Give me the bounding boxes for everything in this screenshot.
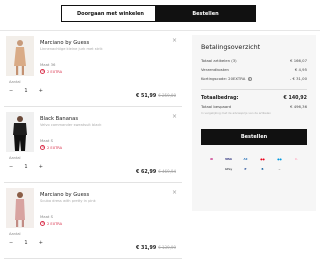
increase-quantity-button[interactable]: +	[35, 88, 43, 94]
mastercard-icon: ●●	[260, 158, 265, 161]
product-description: Velvo commander sweatsuit black	[40, 123, 102, 127]
afterpay-icon: ~	[278, 168, 281, 171]
product-brand[interactable]: Marciano by Guess	[40, 40, 89, 46]
decrease-quantity-button[interactable]: −	[9, 240, 17, 246]
cart-list: Marciano by Guess Linnenachtige kleine j…	[4, 33, 182, 261]
summary-label: Totaal artikelen (3)	[201, 58, 237, 63]
gpay-icon: GPay	[224, 168, 233, 171]
total-label: Totaalbedrag:	[201, 96, 239, 101]
promo-label: 2 EXTRA	[47, 145, 63, 150]
continue-shopping-button[interactable]: Doorgaan met winkelen	[61, 5, 160, 22]
product-size: Maat 36	[40, 62, 56, 67]
quantity-label: Aantal	[9, 156, 21, 160]
current-price: € 62,99	[136, 170, 157, 175]
summary-row-items: Totaal artikelen (3) € 166,07	[201, 58, 307, 63]
summary-value: - € 31,00	[289, 76, 307, 81]
product-description: Scuba dress with pretty in pink	[40, 199, 96, 203]
ideal-icon: iD	[209, 158, 214, 161]
product-price: € 62,99 € 469,94	[136, 169, 176, 175]
decrease-quantity-button[interactable]: −	[9, 164, 17, 170]
original-price: € 139,99	[158, 245, 176, 250]
klarna-icon: K.	[295, 158, 298, 161]
product-brand[interactable]: Marciano by Guess	[40, 192, 89, 198]
summary-label: Kortingscode: 20EXTRA	[201, 76, 246, 81]
increase-quantity-button[interactable]: +	[35, 240, 43, 246]
promo-badge: 2 EXTRA	[40, 145, 62, 150]
current-price: € 31,99	[136, 246, 157, 251]
quantity-value: 1	[24, 88, 28, 94]
summary-row-shipping: Verzendkosten € 4,95	[201, 67, 307, 72]
product-image[interactable]	[6, 188, 34, 228]
quantity-stepper: − 1 +	[9, 240, 53, 246]
summary-label: Verzendkosten	[201, 67, 229, 72]
summary-title: Betalingsoverzicht	[201, 43, 261, 51]
product-size: Maat S	[40, 214, 54, 219]
summary-value: € 4,95	[294, 67, 307, 72]
maestro-icon: ●●	[277, 158, 282, 161]
bancontact-icon: B	[261, 168, 264, 171]
promo-label: 2 EXTRA	[47, 69, 63, 74]
paypal-icon: P	[244, 168, 247, 171]
savings-note: In vergelijking met de adviesprijs van d…	[201, 111, 272, 115]
remove-item-icon[interactable]: ×	[172, 37, 177, 44]
increase-quantity-button[interactable]: +	[35, 164, 43, 170]
product-image[interactable]	[6, 112, 34, 152]
quantity-label: Aantal	[9, 232, 21, 236]
cart-item: Marciano by Guess Scuba dress with prett…	[4, 185, 182, 259]
product-price: € 51,99 € 259,00	[136, 93, 176, 99]
promo-label: 2 EXTRA	[47, 221, 63, 226]
payment-summary: Betalingsoverzicht Totaal artikelen (3) …	[192, 35, 316, 211]
visa-icon: VISA	[225, 158, 232, 161]
summary-row-discount: Kortingscode: 20EXTRA i - € 31,00	[201, 76, 307, 81]
top-action-bar: Doorgaan met winkelen Bestellen	[0, 3, 320, 23]
remove-item-icon[interactable]: ×	[172, 189, 177, 196]
product-brand[interactable]: Black Bananas	[40, 116, 78, 122]
quantity-value: 1	[24, 164, 28, 170]
saved-value: € 496,36	[290, 104, 307, 109]
cart-item: Marciano by Guess Linnenachtige kleine j…	[4, 33, 182, 107]
amex-icon: AX	[243, 158, 248, 161]
discount-icon	[40, 221, 45, 226]
payment-methods: iD VISA AX ●● ●● K. GPay P B ~	[201, 157, 307, 172]
cart-item: Black Bananas Velvo commander sweatsuit …	[4, 109, 182, 183]
order-button[interactable]: Bestellen	[201, 129, 307, 145]
summary-value: € 166,07	[290, 58, 307, 63]
promo-badge: 2 EXTRA	[40, 69, 62, 74]
remove-item-icon[interactable]: ×	[172, 113, 177, 120]
product-description: Linnenachtige kleine jurk met strik	[40, 47, 103, 51]
promo-badge: 2 EXTRA	[40, 221, 62, 226]
divider	[201, 89, 307, 90]
divider	[0, 30, 320, 31]
original-price: € 469,94	[158, 169, 176, 174]
product-price: € 31,99 € 139,99	[136, 245, 176, 251]
original-price: € 259,00	[158, 93, 176, 98]
current-price: € 51,99	[136, 94, 157, 99]
product-image[interactable]	[6, 36, 34, 76]
product-size: Maat S	[40, 138, 54, 143]
quantity-stepper: − 1 +	[9, 88, 53, 94]
order-button-top[interactable]: Bestellen	[155, 5, 256, 22]
quantity-label: Aantal	[9, 80, 21, 84]
saved-row: Totaal bespaard € 496,36	[201, 104, 307, 109]
quantity-stepper: − 1 +	[9, 164, 53, 170]
total-row: Totaalbedrag: € 140,92	[201, 96, 307, 101]
total-value: € 140,92	[283, 96, 307, 101]
quantity-value: 1	[24, 240, 28, 246]
discount-icon	[40, 145, 45, 150]
info-icon[interactable]: i	[247, 77, 252, 81]
discount-icon	[40, 69, 45, 74]
decrease-quantity-button[interactable]: −	[9, 88, 17, 94]
saved-label: Totaal bespaard	[201, 104, 232, 109]
